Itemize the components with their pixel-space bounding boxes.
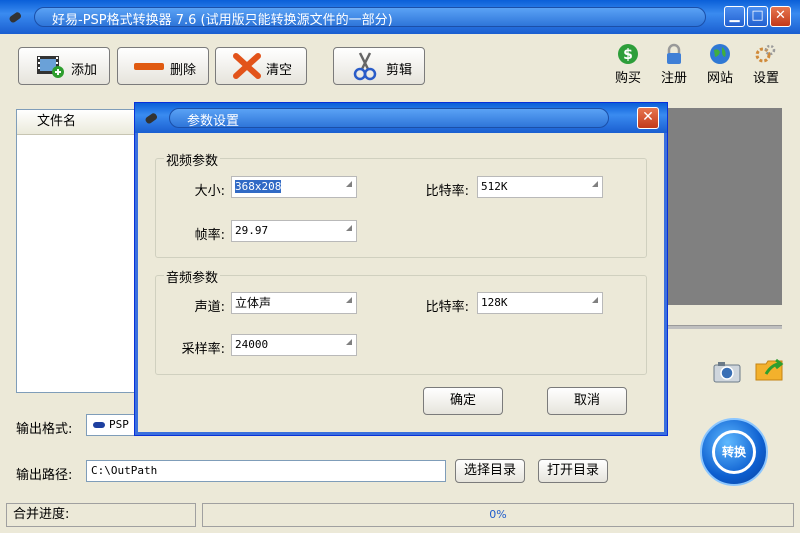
dollar-icon: $ — [618, 44, 638, 64]
video-bitrate-input[interactable]: 512K — [477, 176, 603, 198]
website-label: 网站 — [706, 71, 733, 86]
channel-input[interactable]: 立体声 — [231, 292, 357, 314]
samplerate-value: 24000 — [235, 338, 269, 351]
samplerate-label: 采样率: — [181, 342, 225, 357]
progress-text: 0% — [202, 503, 794, 527]
size-label: 大小: — [194, 184, 225, 199]
choose-dir-button[interactable]: 选择目录 — [455, 459, 525, 483]
buy-button[interactable]: $ 购买 — [605, 43, 651, 86]
maximize-button[interactable]: □ — [747, 6, 768, 27]
channel-label: 声道: — [194, 300, 225, 315]
settings-label: 设置 — [752, 71, 779, 86]
samplerate-input[interactable]: 24000 — [231, 334, 357, 356]
cut-button[interactable]: 剪辑 — [333, 47, 425, 85]
output-path-label: 输出路径: — [16, 468, 73, 483]
ok-button[interactable]: 确定 — [423, 387, 503, 415]
video-params-group: 视频参数 — [155, 150, 647, 258]
psp-icon — [93, 422, 105, 428]
clear-button[interactable]: 清空 — [215, 47, 307, 85]
minus-bar-icon — [134, 63, 164, 70]
file-list[interactable]: 文件名 — [16, 109, 136, 393]
output-format-label: 输出格式: — [16, 422, 73, 437]
settings-button[interactable]: 设置 — [743, 43, 789, 86]
video-bitrate-label: 比特率: — [425, 184, 469, 199]
audio-group-title: 音频参数 — [164, 267, 221, 286]
dialog-app-icon — [145, 113, 158, 124]
fps-input[interactable]: 29.97 — [231, 220, 357, 242]
audio-params-group: 音频参数 — [155, 267, 647, 375]
output-format-value: PSP — [109, 418, 129, 431]
fps-label: 帧率: — [194, 228, 225, 243]
svg-text:$: $ — [623, 47, 633, 63]
add-button[interactable]: 添加 — [18, 47, 110, 85]
delete-label: 删除 — [170, 63, 197, 78]
audio-bitrate-input[interactable]: 128K — [477, 292, 603, 314]
register-button[interactable]: 注册 — [651, 43, 697, 86]
dropdown-grip-icon — [346, 225, 352, 231]
cancel-button[interactable]: 取消 — [547, 387, 627, 415]
open-folder-icon[interactable] — [754, 356, 786, 384]
gears-icon — [755, 44, 776, 63]
size-input[interactable]: 368x208 — [231, 176, 357, 198]
convert-label: 转换 — [712, 430, 756, 474]
website-button[interactable]: 网站 — [697, 43, 743, 86]
clear-label: 清空 — [266, 63, 293, 78]
merge-progress-label: 合并进度: — [6, 503, 196, 527]
audio-bitrate-label: 比特率: — [425, 300, 469, 315]
video-bitrate-value: 512K — [481, 180, 508, 193]
minimize-button[interactable]: ▁ — [724, 6, 745, 27]
close-button[interactable]: ✕ — [770, 6, 791, 27]
main-titlebar[interactable]: 好易-PSP格式转换器 7.6 (试用版只能转换源文件的一部分) ▁ □ ✕ — [0, 0, 800, 34]
seek-bar[interactable] — [664, 325, 782, 329]
cut-label: 剪辑 — [386, 63, 413, 78]
output-format-select[interactable]: PSP — [86, 414, 138, 436]
app-icon — [9, 12, 22, 23]
channel-value: 立体声 — [235, 296, 272, 310]
clear-x-icon — [233, 53, 261, 79]
video-group-title: 视频参数 — [164, 150, 221, 169]
open-dir-button[interactable]: 打开目录 — [538, 459, 608, 483]
window-title: 好易-PSP格式转换器 7.6 (试用版只能转换源文件的一部分) — [52, 13, 393, 28]
dialog-title: 参数设置 — [187, 114, 240, 129]
output-path-input[interactable]: C:\OutPath — [86, 460, 446, 482]
size-value: 368x208 — [235, 180, 282, 193]
dropdown-grip-icon — [592, 297, 598, 303]
film-add-icon — [37, 56, 64, 78]
audio-bitrate-value: 128K — [481, 296, 508, 309]
scissors-icon — [353, 52, 377, 81]
dialog-close-button[interactable]: ✕ — [637, 107, 659, 129]
fps-value: 29.97 — [235, 224, 269, 237]
video-preview — [664, 108, 782, 305]
add-label: 添加 — [71, 63, 98, 78]
buy-label: 购买 — [614, 71, 641, 86]
file-name-column-header[interactable]: 文件名 — [17, 110, 135, 135]
dropdown-grip-icon — [346, 339, 352, 345]
globe-icon — [710, 44, 730, 64]
dropdown-grip-icon — [346, 181, 352, 187]
dropdown-grip-icon — [592, 181, 598, 187]
settings-dialog: 参数设置 ✕ 视频参数 大小: 368x208 比特率: 512K 帧率: 29… — [134, 102, 668, 436]
delete-button[interactable]: 删除 — [117, 47, 209, 85]
dialog-titlebar[interactable]: 参数设置 ✕ — [135, 103, 667, 133]
dropdown-grip-icon — [346, 297, 352, 303]
register-label: 注册 — [660, 71, 687, 86]
lock-icon — [667, 43, 681, 64]
camera-icon[interactable] — [712, 360, 742, 384]
convert-button[interactable]: 转换 — [700, 418, 768, 486]
